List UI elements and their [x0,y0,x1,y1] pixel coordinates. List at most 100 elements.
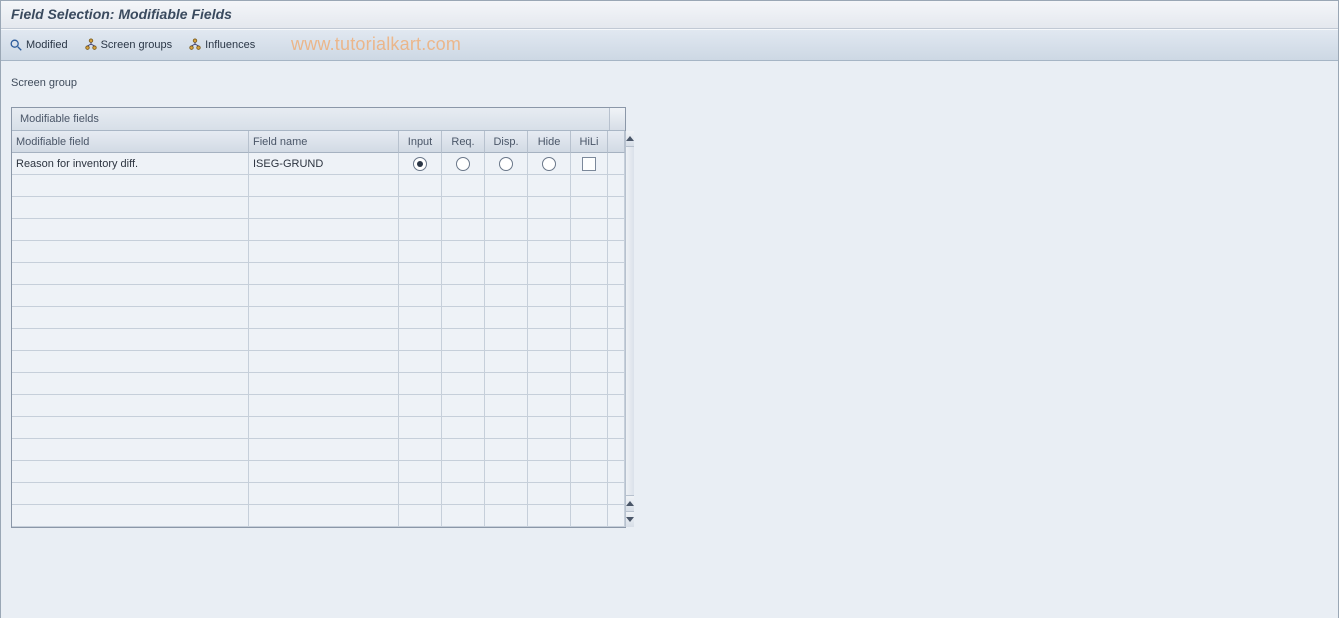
cell-empty[interactable] [485,241,528,263]
cell-empty[interactable] [399,461,442,483]
cell-empty[interactable] [528,439,571,461]
cell-empty[interactable] [571,219,608,241]
radio-req[interactable] [456,157,470,171]
cell-empty[interactable] [571,483,608,505]
col-input[interactable]: Input [399,131,442,153]
cell-empty[interactable] [12,483,249,505]
cell-empty[interactable] [608,219,625,241]
col-req[interactable]: Req. [442,131,485,153]
cell-empty[interactable] [249,505,399,527]
cell-empty[interactable] [485,395,528,417]
cell-empty[interactable] [399,417,442,439]
cell-empty[interactable] [442,241,485,263]
cell-empty[interactable] [485,461,528,483]
cell-empty[interactable] [571,329,608,351]
cell-empty[interactable] [485,351,528,373]
cell-empty[interactable] [442,263,485,285]
vertical-scrollbar[interactable] [625,131,634,527]
cell-empty[interactable] [249,461,399,483]
cell-empty[interactable] [249,263,399,285]
cell-empty[interactable] [442,197,485,219]
cell-empty[interactable] [249,219,399,241]
cell-empty[interactable] [12,263,249,285]
checkbox-hili[interactable] [582,157,596,171]
table-row[interactable] [12,329,625,351]
cell-empty[interactable] [399,241,442,263]
cell-empty[interactable] [399,197,442,219]
table-row[interactable] [12,461,625,483]
cell-empty[interactable] [528,263,571,285]
cell-empty[interactable] [399,175,442,197]
cell-empty[interactable] [571,175,608,197]
cell-empty[interactable] [249,175,399,197]
cell-modifiable-field[interactable]: Reason for inventory diff. [12,153,249,175]
cell-empty[interactable] [608,307,625,329]
cell-empty[interactable] [442,461,485,483]
cell-empty[interactable] [249,395,399,417]
cell-empty[interactable] [528,417,571,439]
cell-empty[interactable] [528,285,571,307]
cell-empty[interactable] [528,241,571,263]
cell-empty[interactable] [608,285,625,307]
cell-empty[interactable] [485,197,528,219]
cell-empty[interactable] [12,461,249,483]
cell-empty[interactable] [12,329,249,351]
cell-empty[interactable] [249,285,399,307]
influences-button[interactable]: Influences [188,38,255,52]
cell-empty[interactable] [399,351,442,373]
cell-empty[interactable] [442,329,485,351]
cell-empty[interactable] [399,373,442,395]
cell-empty[interactable] [12,373,249,395]
table-row[interactable] [12,395,625,417]
cell-end[interactable] [608,153,625,175]
cell-empty[interactable] [485,505,528,527]
cell-empty[interactable] [442,175,485,197]
cell-empty[interactable] [12,285,249,307]
cell-disp[interactable] [485,153,528,175]
cell-empty[interactable] [571,373,608,395]
cell-field-name[interactable]: ISEG-GRUND [249,153,399,175]
col-end[interactable] [608,131,625,153]
cell-empty[interactable] [485,483,528,505]
cell-empty[interactable] [485,219,528,241]
cell-empty[interactable] [528,219,571,241]
cell-empty[interactable] [12,439,249,461]
cell-empty[interactable] [485,175,528,197]
cell-empty[interactable] [528,395,571,417]
cell-empty[interactable] [528,175,571,197]
cell-empty[interactable] [571,395,608,417]
col-hili[interactable]: HiLi [571,131,608,153]
table-row[interactable] [12,483,625,505]
table-row[interactable] [12,351,625,373]
cell-empty[interactable] [442,351,485,373]
table-row[interactable] [12,373,625,395]
cell-empty[interactable] [12,219,249,241]
cell-empty[interactable] [249,307,399,329]
cell-empty[interactable] [571,439,608,461]
cell-empty[interactable] [485,439,528,461]
cell-empty[interactable] [571,263,608,285]
cell-empty[interactable] [399,307,442,329]
cell-empty[interactable] [485,263,528,285]
cell-empty[interactable] [12,395,249,417]
cell-empty[interactable] [571,241,608,263]
cell-empty[interactable] [442,395,485,417]
cell-empty[interactable] [442,505,485,527]
col-hide[interactable]: Hide [528,131,571,153]
cell-empty[interactable] [249,197,399,219]
cell-empty[interactable] [12,505,249,527]
cell-empty[interactable] [528,373,571,395]
cell-empty[interactable] [442,219,485,241]
cell-empty[interactable] [528,351,571,373]
cell-empty[interactable] [12,241,249,263]
radio-input[interactable] [413,157,427,171]
cell-empty[interactable] [399,329,442,351]
cell-empty[interactable] [442,285,485,307]
scroll-up2-button[interactable] [626,495,634,511]
scroll-down-button[interactable] [626,511,634,527]
cell-empty[interactable] [399,483,442,505]
cell-empty[interactable] [608,483,625,505]
table-row[interactable] [12,285,625,307]
cell-empty[interactable] [528,505,571,527]
cell-hide[interactable] [528,153,571,175]
